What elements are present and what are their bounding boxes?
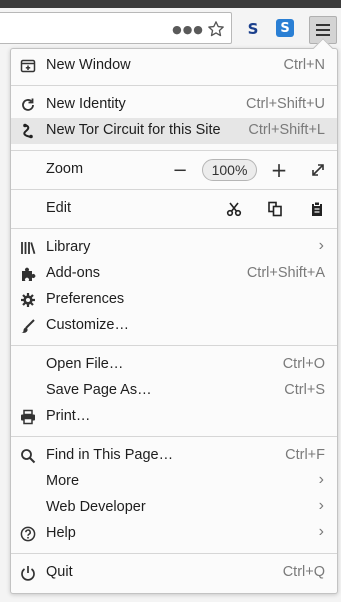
menu-separator xyxy=(11,228,337,229)
menu-item-shortcut: Ctrl+Q xyxy=(282,564,325,580)
menu-item-label: New Tor Circuit for this Site xyxy=(46,122,221,138)
menu-item-addons[interactable]: Add-ons Ctrl+Shift+A xyxy=(11,261,337,287)
menu-separator xyxy=(11,436,337,437)
chevron-right-icon: › xyxy=(318,471,324,488)
menu-item-shortcut: Ctrl+Shift+L xyxy=(248,122,325,138)
paste-icon[interactable] xyxy=(307,198,327,220)
menu-item-label: Customize… xyxy=(46,317,129,333)
cut-icon[interactable] xyxy=(224,198,244,220)
menu-item-shortcut: Ctrl+Shift+A xyxy=(246,265,325,281)
menu-separator xyxy=(11,345,337,346)
menu-item-label: Add-ons xyxy=(46,265,101,281)
menu-item-customize[interactable]: Customize… xyxy=(11,313,337,339)
window-top-strip xyxy=(0,0,341,8)
library-icon xyxy=(19,239,37,257)
tor-circuit-icon xyxy=(19,122,37,140)
help-icon xyxy=(19,525,37,543)
menu-item-shortcut: Ctrl+S xyxy=(284,382,325,398)
zoom-in-button[interactable]: + xyxy=(268,158,290,182)
menu-item-label: Open File… xyxy=(46,356,124,372)
paintbrush-icon xyxy=(19,317,37,335)
menu-separator xyxy=(11,553,337,554)
menu-item-more[interactable]: More › xyxy=(11,469,337,495)
ellipsis-icon[interactable]: ●●● xyxy=(172,20,203,38)
menu-item-new-identity[interactable]: New Identity Ctrl+Shift+U xyxy=(11,92,337,118)
menu-item-new-tor-circuit[interactable]: New Tor Circuit for this Site Ctrl+Shift… xyxy=(11,118,337,144)
menu-separator xyxy=(11,85,337,86)
extension-s-badge-icon[interactable]: S xyxy=(276,19,294,37)
menu-item-label: Find in This Page… xyxy=(46,447,174,463)
search-icon xyxy=(19,447,37,465)
menu-item-web-developer[interactable]: Web Developer › xyxy=(11,495,337,521)
menu-item-shortcut: Ctrl+Shift+U xyxy=(246,96,325,112)
menu-item-label: Print… xyxy=(46,408,91,424)
menu-item-help[interactable]: Help › xyxy=(11,521,337,547)
menu-item-save-page-as[interactable]: Save Page As… Ctrl+S xyxy=(11,378,337,404)
menu-separator xyxy=(11,150,337,151)
menu-item-preferences[interactable]: Preferences xyxy=(11,287,337,313)
menu-item-edit: Edit xyxy=(11,196,337,222)
gear-icon xyxy=(19,291,37,309)
menu-item-label: More xyxy=(46,473,80,489)
menu-item-label: Zoom xyxy=(46,161,84,177)
menu-item-quit[interactable]: Quit Ctrl+Q xyxy=(11,560,337,586)
chevron-right-icon: › xyxy=(318,237,324,254)
power-icon xyxy=(19,564,37,582)
menu-item-find[interactable]: Find in This Page… Ctrl+F xyxy=(11,443,337,469)
menu-item-shortcut: Ctrl+N xyxy=(283,57,326,73)
refresh-icon xyxy=(19,96,37,114)
copy-icon[interactable] xyxy=(265,198,285,220)
star-icon[interactable] xyxy=(206,18,226,40)
menu-item-new-window[interactable]: New Window Ctrl+N xyxy=(11,53,337,79)
menu-item-shortcut: Ctrl+F xyxy=(285,447,325,463)
menu-item-open-file[interactable]: Open File… Ctrl+O xyxy=(11,352,337,378)
menu-item-print[interactable]: Print… xyxy=(11,404,337,430)
extension-s-icon[interactable]: S xyxy=(244,20,262,38)
menu-item-label: Edit xyxy=(46,200,71,216)
zoom-out-button[interactable]: − xyxy=(170,159,190,181)
menu-item-label: Help xyxy=(46,525,76,541)
menu-item-label: New Identity xyxy=(46,96,126,112)
chevron-right-icon: › xyxy=(318,497,324,514)
chevron-right-icon: › xyxy=(318,523,324,540)
zoom-reset-button[interactable]: 100% xyxy=(202,159,257,181)
puzzle-icon xyxy=(19,265,37,283)
menu-separator xyxy=(11,189,337,190)
menu-item-label: Web Developer xyxy=(46,499,146,515)
menu-item-label: Preferences xyxy=(46,291,125,307)
menu-item-shortcut: Ctrl+O xyxy=(282,356,325,372)
menu-item-label: Library xyxy=(46,239,91,255)
menu-item-label: Quit xyxy=(46,564,73,580)
new-window-icon xyxy=(19,57,37,75)
menu-item-library[interactable]: Library › xyxy=(11,235,337,261)
printer-icon xyxy=(19,408,37,426)
fullscreen-icon[interactable] xyxy=(308,160,328,180)
menu-item-label: Save Page As… xyxy=(46,382,152,398)
menu-item-label: New Window xyxy=(46,57,131,73)
